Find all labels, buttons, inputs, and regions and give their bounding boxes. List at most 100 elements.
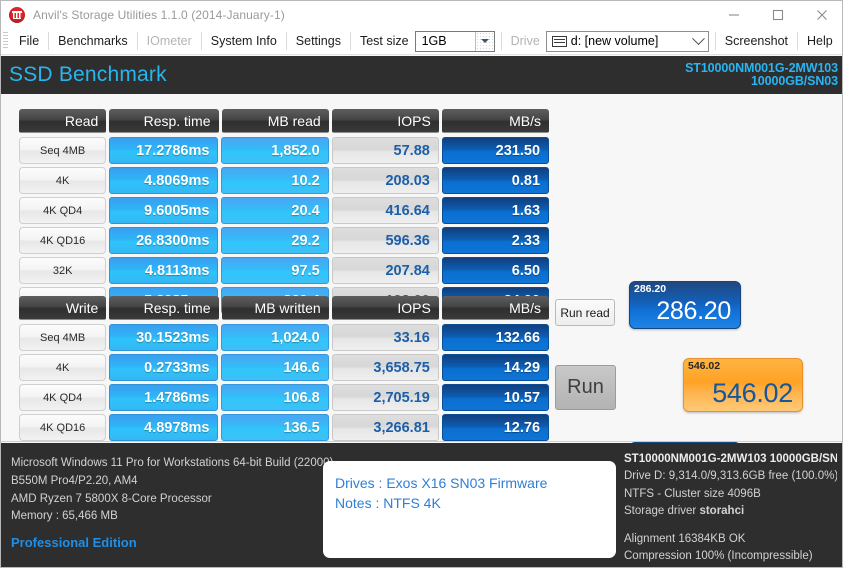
notes-drives-text: Drives : Exos X16 SN03 Firmware <box>335 475 548 491</box>
write-header-col-4: MB/s <box>441 296 550 320</box>
table-row: 4K QD16 4.8978ms 136.5 3,266.81 12.76 <box>19 414 550 441</box>
write-resp-time: 4.8978ms <box>109 414 219 441</box>
write-mb-written: 146.6 <box>221 354 329 381</box>
read-resp-time: 26.8300ms <box>109 227 219 254</box>
menu-item-system-info[interactable]: System Info <box>202 31 286 51</box>
test-size-label: Test size <box>359 34 409 48</box>
window-title: Anvil's Storage Utilities 1.1.0 (2014-Ja… <box>33 7 285 22</box>
notes-panel[interactable]: Drives : Exos X16 SN03 Firmware Notes : … <box>323 461 616 558</box>
menu-item-help[interactable]: Help <box>798 31 842 51</box>
write-header-col-0: Write <box>19 296 107 320</box>
app-logo-icon <box>9 6 25 23</box>
table-row: 32K 4.8113ms 97.5 207.84 6.50 <box>19 257 550 284</box>
benchmark-results-panel: Read Resp. time MB read IOPS MB/s Seq 4M… <box>1 94 842 490</box>
read-iops: 208.03 <box>331 167 439 194</box>
benchmark-banner: SSD Benchmark ST10000NM001G-2MW103 10000… <box>1 56 842 94</box>
write-header-col-2: MB written <box>221 296 329 320</box>
read-resp-time: 9.6005ms <box>109 197 219 224</box>
run-read-button[interactable]: Run read <box>555 299 615 326</box>
drive-icon <box>551 35 567 47</box>
read-header-col-4: MB/s <box>441 109 550 133</box>
drive-model-text: ST10000NM001G-2MW103 <box>685 60 838 75</box>
anvil-storage-utilities-window: Anvil's Storage Utilities 1.1.0 (2014-Ja… <box>0 0 843 568</box>
menu-bar: File Benchmarks IOmeter System Info Sett… <box>1 28 842 55</box>
chevron-down-icon[interactable] <box>688 31 708 51</box>
read-resp-time: 4.8069ms <box>109 167 219 194</box>
write-iops: 3,266.81 <box>331 414 439 441</box>
drive-capacity-text: 10000GB/SN03 <box>750 74 838 88</box>
drive-dropdown[interactable]: d: [new volume] <box>545 30 709 52</box>
write-iops: 2,705.19 <box>331 384 439 411</box>
write-mb-written: 136.5 <box>221 414 329 441</box>
write-mb-written: 1,024.0 <box>221 324 329 351</box>
board-text: B550M Pro4/P2.20, AM4 <box>11 474 138 487</box>
menu-item-settings[interactable]: Settings <box>287 31 350 51</box>
drive-info-compression: Compression 100% (Incompressible) <box>624 550 813 563</box>
read-mb-read: 29.2 <box>221 227 329 254</box>
read-header-col-3: IOPS <box>331 109 439 133</box>
title-bar: Anvil's Storage Utilities 1.1.0 (2014-Ja… <box>1 1 842 28</box>
page-title: SSD Benchmark <box>9 63 167 86</box>
menu-item-benchmarks[interactable]: Benchmarks <box>49 31 136 51</box>
read-mb-read: 20.4 <box>221 197 329 224</box>
drive-label: Drive <box>510 34 540 48</box>
read-row-label: 32K <box>19 257 107 284</box>
maximize-icon[interactable] <box>756 1 800 28</box>
test-size-value: 1GB <box>421 34 447 48</box>
total-score-box: 546.02 546.02 <box>683 358 803 412</box>
menu-item-file[interactable]: File <box>10 31 48 51</box>
read-iops: 416.64 <box>331 197 439 224</box>
write-header-col-1: Resp. time <box>109 296 219 320</box>
drive-info-filesystem: NTFS - Cluster size 4096B <box>624 487 761 500</box>
minimize-icon[interactable] <box>712 1 756 28</box>
read-mb-read: 97.5 <box>221 257 329 284</box>
write-table-header-row: Write Resp. time MB written IOPS MB/s <box>19 296 550 320</box>
read-mbs: 1.63 <box>441 197 550 224</box>
read-row-label: 4K QD4 <box>19 197 107 224</box>
toolbar-grip[interactable] <box>3 32 8 50</box>
write-resp-time: 30.1523ms <box>109 324 219 351</box>
read-row-label: Seq 4MB <box>19 137 107 164</box>
read-iops: 596.36 <box>331 227 439 254</box>
read-mb-read: 10.2 <box>221 167 329 194</box>
menu-item-screenshot[interactable]: Screenshot <box>716 31 797 51</box>
table-row: 4K 4.8069ms 10.2 208.03 0.81 <box>19 167 550 194</box>
write-mb-written: 106.8 <box>221 384 329 411</box>
write-resp-time: 0.2733ms <box>109 354 219 381</box>
read-row-label: 4K QD16 <box>19 227 107 254</box>
write-row-label: 4K QD4 <box>19 384 107 411</box>
read-iops: 207.84 <box>331 257 439 284</box>
drive-info-panel: ST10000NM001G-2MW103 10000GB/SN03 Drive … <box>624 451 837 563</box>
read-mbs: 2.33 <box>441 227 550 254</box>
table-row: Seq 4MB 30.1523ms 1,024.0 33.16 132.66 <box>19 324 550 351</box>
drive-info-driver-value: storahci <box>699 504 745 517</box>
table-row: 4K QD4 9.6005ms 20.4 416.64 1.63 <box>19 197 550 224</box>
write-results-table: Write Resp. time MB written IOPS MB/s Se… <box>19 296 550 444</box>
drive-info-capacity: Drive D: 9,314.0/9,313.6GB free (100.0%) <box>624 470 837 483</box>
read-score-small: 286.20 <box>634 283 667 295</box>
edition-text: Professional Edition <box>11 535 137 551</box>
write-row-label: Seq 4MB <box>19 324 107 351</box>
total-score-value: 546.02 <box>712 378 793 408</box>
memory-text: Memory : 65,466 MB <box>11 510 118 523</box>
read-score-value: 286.20 <box>656 297 731 325</box>
read-score-box: 286.20 286.20 <box>629 281 741 329</box>
drive-info-model: ST10000NM001G-2MW103 10000GB/SN03 <box>624 453 837 465</box>
read-table-header-row: Read Resp. time MB read IOPS MB/s <box>19 109 550 133</box>
drive-value: d: [new volume] <box>570 34 659 48</box>
os-text: Microsoft Windows 11 Pro for Workstation… <box>11 457 334 469</box>
read-header-col-2: MB read <box>221 109 329 133</box>
write-mbs: 132.66 <box>441 324 550 351</box>
write-resp-time: 1.4786ms <box>109 384 219 411</box>
close-icon[interactable] <box>800 1 842 28</box>
write-header-col-3: IOPS <box>331 296 439 320</box>
chevron-down-icon[interactable] <box>474 31 494 51</box>
run-button[interactable]: Run <box>555 365 616 410</box>
table-row: 4K QD4 1.4786ms 106.8 2,705.19 10.57 <box>19 384 550 411</box>
drive-model-header: ST10000NM001G-2MW103 10000GB/SN03 <box>685 60 838 89</box>
read-resp-time: 4.8113ms <box>109 257 219 284</box>
test-size-dropdown[interactable]: 1GB <box>414 30 495 52</box>
table-row: Seq 4MB 17.2786ms 1,852.0 57.88 231.50 <box>19 137 550 164</box>
read-row-label: 4K <box>19 167 107 194</box>
write-mbs: 14.29 <box>441 354 550 381</box>
